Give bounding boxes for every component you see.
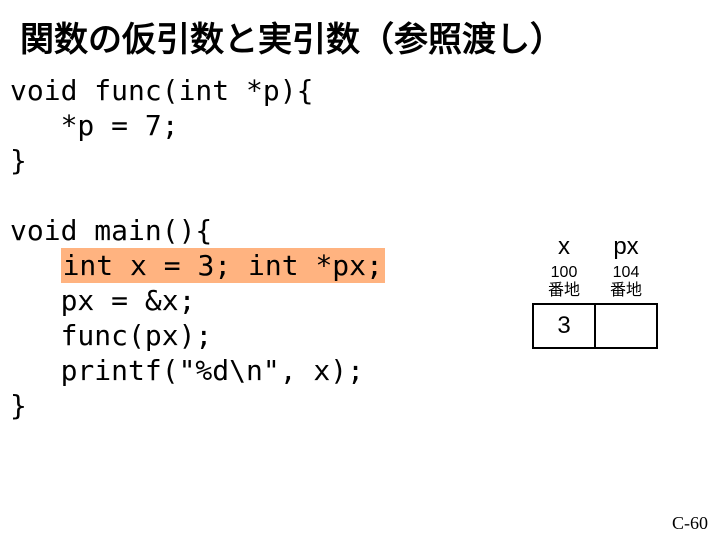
slide-number: C-60 [672, 513, 708, 534]
code-line: *p = 7; [10, 109, 179, 142]
code-line: } [10, 389, 27, 422]
cell-px [595, 304, 657, 348]
code-line: void func(int *p){ [10, 74, 313, 107]
cell-x: 3 [533, 304, 595, 348]
code-line: printf("%d\n", x); [10, 354, 364, 387]
var-label-px: px [595, 232, 657, 263]
code-line: void main(){ [10, 214, 212, 247]
var-label-x: x [533, 232, 595, 263]
slide-title: 関数の仮引数と実引数（参照渡し） [0, 0, 720, 69]
code-line: } [10, 144, 27, 177]
addr-x: 100番地 [533, 263, 595, 304]
code-line: px = &x; [10, 284, 195, 317]
addr-px: 104番地 [595, 263, 657, 304]
code-line: func(px); [10, 319, 212, 352]
code-line [10, 249, 61, 282]
highlighted-code: int x = 3; int *px; [61, 248, 385, 283]
memory-diagram: x px 100番地 104番地 3 [532, 232, 658, 349]
